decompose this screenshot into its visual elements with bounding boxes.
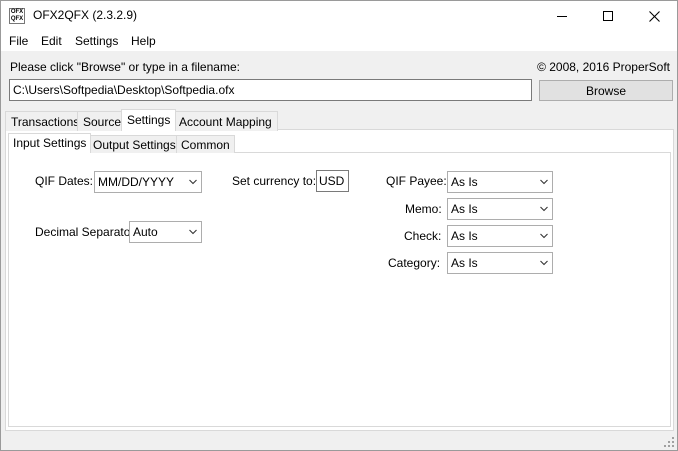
status-bar bbox=[1, 432, 677, 450]
browse-button[interactable]: Browse bbox=[539, 80, 673, 101]
window-title: OFX2QFX (2.3.2.9) bbox=[33, 8, 138, 22]
filename-input[interactable] bbox=[9, 79, 532, 101]
qif-dates-label: QIF Dates: bbox=[35, 174, 94, 188]
tab-transactions[interactable]: Transactions bbox=[5, 111, 86, 131]
menu-settings[interactable]: Settings bbox=[75, 34, 118, 48]
menu-edit[interactable]: Edit bbox=[41, 34, 62, 48]
decimal-separator-value: Auto bbox=[133, 225, 158, 239]
menu-help[interactable]: Help bbox=[131, 34, 156, 48]
app-icon-text-bottom: QFX bbox=[10, 16, 24, 22]
input-settings-panel bbox=[8, 152, 671, 427]
tab-transactions-label: Transactions bbox=[11, 115, 80, 129]
memo-value: As Is bbox=[451, 202, 478, 216]
minimize-button[interactable] bbox=[539, 1, 585, 31]
menu-file[interactable]: File bbox=[9, 34, 28, 48]
resize-grip-icon[interactable] bbox=[664, 437, 674, 447]
subtab-common-label: Common bbox=[181, 138, 230, 152]
subtab-output-settings[interactable]: Output Settings bbox=[88, 135, 181, 153]
tab-settings-label: Settings bbox=[127, 113, 171, 127]
chevron-down-icon bbox=[540, 206, 548, 212]
tab-settings[interactable]: Settings bbox=[121, 109, 177, 131]
subtab-input-settings[interactable]: Input Settings bbox=[8, 133, 92, 153]
category-value: As Is bbox=[451, 256, 478, 270]
chevron-down-icon bbox=[540, 260, 548, 266]
chevron-down-icon bbox=[540, 233, 548, 239]
chevron-down-icon bbox=[540, 179, 548, 185]
qif-payee-select[interactable]: As Is bbox=[447, 171, 553, 193]
check-select[interactable]: As Is bbox=[447, 225, 553, 247]
maximize-button[interactable] bbox=[585, 1, 631, 31]
category-label: Category: bbox=[388, 256, 441, 270]
category-select[interactable]: As Is bbox=[447, 252, 553, 274]
decimal-separator-select[interactable]: Auto bbox=[129, 221, 202, 243]
memo-select[interactable]: As Is bbox=[447, 198, 553, 220]
subtab-output-settings-label: Output Settings bbox=[93, 138, 176, 152]
qif-payee-value: As Is bbox=[451, 175, 478, 189]
qif-dates-value: MM/DD/YYYY bbox=[98, 175, 175, 189]
chevron-down-icon bbox=[189, 229, 197, 235]
qif-payee-label: QIF Payee: bbox=[386, 174, 447, 188]
tab-account-mapping[interactable]: Account Mapping bbox=[173, 111, 278, 131]
copyright-label: © 2008, 2016 ProperSoft bbox=[537, 60, 670, 74]
subtab-common[interactable]: Common bbox=[176, 135, 235, 153]
set-currency-label: Set currency to: bbox=[232, 174, 317, 188]
minimize-icon bbox=[557, 15, 567, 17]
maximize-icon bbox=[603, 11, 613, 21]
check-label: Check: bbox=[404, 229, 442, 243]
currency-input[interactable] bbox=[316, 170, 349, 192]
close-button[interactable] bbox=[631, 1, 677, 31]
tab-source-label: Source bbox=[83, 115, 122, 129]
menu-bar: File Edit Settings Help bbox=[1, 31, 677, 51]
app-icon: OFX QFX bbox=[9, 8, 25, 24]
tab-source[interactable]: Source bbox=[77, 111, 128, 131]
browse-button-label: Browse bbox=[585, 83, 626, 98]
app-window: OFX QFX OFX2QFX (2.3.2.9) File Edit Sett… bbox=[0, 0, 678, 451]
chevron-down-icon bbox=[189, 179, 197, 185]
subtab-input-settings-label: Input Settings bbox=[13, 136, 87, 150]
title-bar[interactable]: OFX QFX OFX2QFX (2.3.2.9) bbox=[1, 1, 677, 31]
tab-account-mapping-label: Account Mapping bbox=[179, 115, 272, 129]
qif-dates-select[interactable]: MM/DD/YYYY bbox=[94, 171, 202, 193]
close-icon bbox=[648, 10, 660, 22]
app-icon-text-top: OFX bbox=[10, 9, 24, 15]
check-value: As Is bbox=[451, 229, 478, 243]
browse-prompt-label: Please click "Browse" or type in a filen… bbox=[10, 60, 240, 74]
memo-label: Memo: bbox=[405, 202, 442, 216]
decimal-separator-label: Decimal Separator: bbox=[35, 225, 138, 239]
